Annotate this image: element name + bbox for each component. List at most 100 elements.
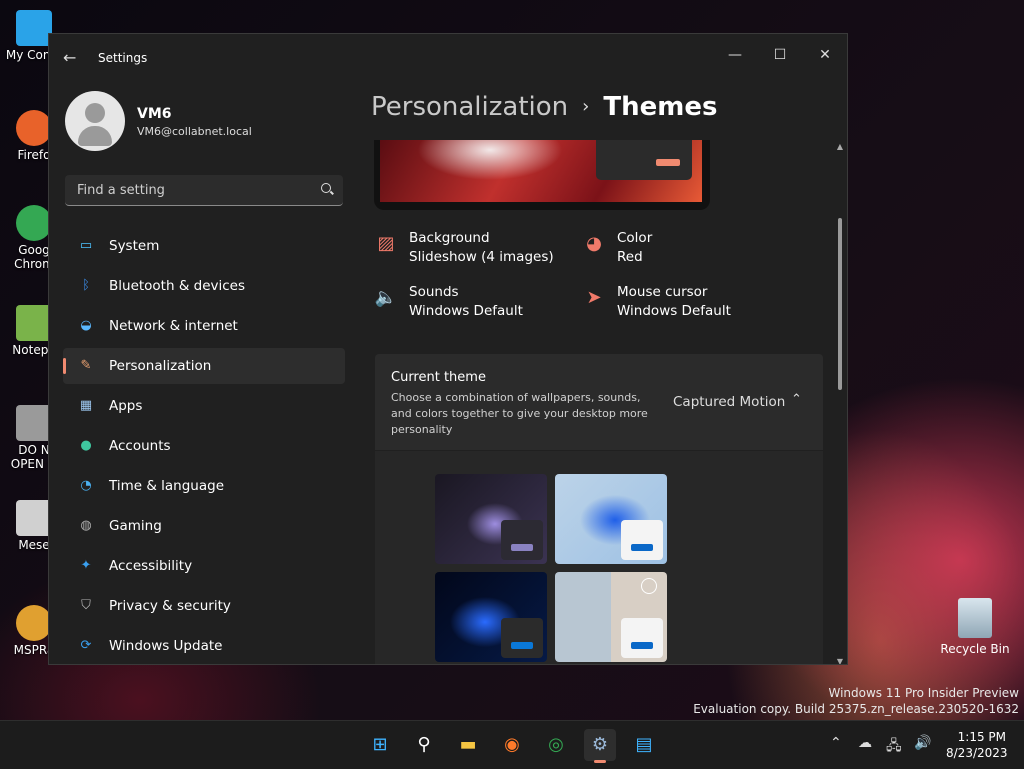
theme-attribute-mouse-cursor[interactable]: ➤ Mouse cursor Windows Default [582, 284, 782, 324]
clock-time: 1:15 PM [957, 730, 1006, 744]
sidebar-item-personalization[interactable]: ✎ Personalization [63, 348, 345, 384]
palette-icon: ◕ [586, 233, 602, 254]
evaluation-watermark: Windows 11 Pro Insider Preview Evaluatio… [693, 685, 1019, 717]
attribute-title: Color [617, 230, 653, 246]
sidebar-item-gaming[interactable]: ◍ Gaming [63, 508, 345, 544]
show-hidden-icons-icon[interactable]: ⌃ [830, 735, 842, 751]
theme-mini-window [621, 520, 663, 560]
user-email: VM6@collabnet.local [137, 125, 252, 138]
gear-file-icon [16, 405, 52, 441]
sidebar-item-label: Accessibility [109, 558, 193, 574]
accent-preview-card [596, 140, 692, 180]
sidebar-item-accounts[interactable]: ● Accounts [63, 428, 345, 464]
recycle-bin-icon [958, 598, 992, 638]
sidebar-item-label: Gaming [109, 518, 162, 534]
scrollbar[interactable]: ▲ ▼ [835, 142, 845, 664]
sidebar-item-apps[interactable]: ▦ Apps [63, 388, 345, 424]
sidebar-item-label: Apps [109, 398, 143, 414]
theme-thumbnail[interactable] [555, 572, 667, 662]
sidebar-item-label: Privacy & security [109, 598, 231, 614]
theme-mini-window [501, 520, 543, 560]
search-icon[interactable]: ⚲ [408, 729, 440, 761]
chevron-up-icon[interactable]: ⌃ [791, 392, 802, 407]
breadcrumb-parent[interactable]: Personalization [371, 92, 568, 122]
scroll-up-icon[interactable]: ▲ [835, 142, 845, 151]
accessibility-icon: ✦ [80, 558, 92, 573]
current-theme-description: Choose a combination of wallpapers, soun… [391, 391, 648, 436]
minimize-button[interactable]: — [715, 40, 755, 70]
sidebar-nav: ▭ System ᛒ Bluetooth & devices ◒ Network & in… [63, 228, 345, 664]
current-theme-title: Current theme [391, 370, 486, 385]
theme-attribute-sounds[interactable]: 🔈 Sounds Windows Default [374, 284, 574, 324]
chrome-icon[interactable]: ◎ [540, 729, 572, 761]
gamepad-icon: ◍ [80, 518, 92, 533]
attribute-value: Windows Default [409, 303, 523, 319]
update-icon: ⟳ [80, 638, 92, 653]
settings-icon[interactable]: ⚙ [584, 729, 616, 763]
clock[interactable]: 1:15 PM 8/23/2023 [946, 729, 1008, 761]
chrome-icon [16, 205, 52, 241]
slideshow-badge-icon [641, 578, 657, 594]
theme-attribute-background[interactable]: ▨ Background Slideshow (4 images) [374, 230, 574, 270]
sidebar-item-accessibility[interactable]: ✦ Accessibility [63, 548, 345, 584]
firefox-icon[interactable]: ◉ [496, 729, 528, 761]
theme-thumbnail[interactable] [435, 572, 547, 662]
sidebar-item-bluetooth-devices[interactable]: ᛒ Bluetooth & devices [63, 268, 345, 304]
sidebar-item-windows-update[interactable]: ⟳ Windows Update [63, 628, 345, 664]
theme-thumbnail[interactable] [555, 474, 667, 564]
store-icon[interactable]: ▤ [628, 729, 660, 761]
shield-icon: ⛉ [81, 598, 91, 613]
wifi-icon: ◒ [80, 318, 92, 333]
notepad-icon [16, 305, 52, 341]
current-theme-header[interactable]: Current theme Choose a combination of wa… [375, 354, 823, 450]
sidebar-item-label: Network & internet [109, 318, 238, 334]
attribute-value: Windows Default [617, 303, 731, 319]
system-icon: ▭ [79, 238, 93, 253]
image-icon: ▨ [377, 233, 395, 254]
search-icon[interactable] [321, 183, 331, 193]
back-arrow-icon[interactable]: ← [63, 48, 76, 67]
start-icon[interactable]: ⊞ [364, 729, 396, 761]
page-title: Themes [603, 92, 718, 122]
sidebar-item-label: Windows Update [109, 638, 223, 654]
attribute-title: Sounds [409, 284, 459, 300]
taskbar: ⊞ ⚲ ▬ ◉ ◎ ⚙ ▤ ⌃ ☁ 🖧 🔊 1:15 PM 8/23/2023 [0, 720, 1024, 769]
theme-thumbnail[interactable] [435, 474, 547, 564]
desktop-icon-recycle-bin[interactable]: Recycle Bin [940, 598, 1010, 656]
file-explorer-icon[interactable]: ▬ [452, 729, 484, 761]
clock-date: 8/23/2023 [946, 746, 1008, 760]
scroll-down-icon[interactable]: ▼ [835, 657, 845, 664]
sidebar-item-privacy-security[interactable]: ⛉ Privacy & security [63, 588, 345, 624]
maximize-button[interactable]: ☐ [760, 40, 800, 70]
user-name: VM6 [137, 106, 172, 122]
theme-attribute-color[interactable]: ◕ Color Red [582, 230, 782, 270]
firefox-icon [16, 110, 52, 146]
attribute-title: Background [409, 230, 490, 246]
search-box[interactable] [65, 175, 343, 206]
cloud-icon[interactable]: ☁ [858, 735, 872, 751]
attribute-title: Mouse cursor [617, 284, 708, 300]
sidebar-item-system[interactable]: ▭ System [63, 228, 345, 264]
sidebar-item-time-language[interactable]: ◔ Time & language [63, 468, 345, 504]
theme-gallery [375, 451, 823, 664]
attribute-value: Slideshow (4 images) [409, 249, 554, 265]
network-icon[interactable]: 🖧 [886, 735, 902, 759]
sidebar-item-label: System [109, 238, 160, 254]
sidebar-item-label: Bluetooth & devices [109, 278, 246, 294]
app-icon [16, 605, 52, 641]
watermark-line: Evaluation copy. Build 25375.zn_release.… [693, 702, 1019, 716]
volume-icon[interactable]: 🔊 [914, 735, 931, 751]
chevron-right-icon: › [582, 96, 590, 117]
close-button[interactable]: ✕ [805, 40, 845, 70]
title-bar: ← Settings — ☐ ✕ [49, 34, 847, 82]
search-input[interactable] [75, 182, 309, 199]
theme-preview [374, 140, 710, 210]
sidebar-item-label: Accounts [109, 438, 171, 454]
apps-icon: ▦ [79, 398, 93, 413]
brush-icon: ✎ [80, 358, 92, 373]
breadcrumb: Personalization › Themes [371, 92, 717, 122]
bluetooth-icon: ᛒ [82, 278, 90, 293]
scrollbar-thumb[interactable] [838, 218, 842, 390]
attribute-value: Red [617, 249, 643, 265]
sidebar-item-network-internet[interactable]: ◒ Network & internet [63, 308, 345, 344]
